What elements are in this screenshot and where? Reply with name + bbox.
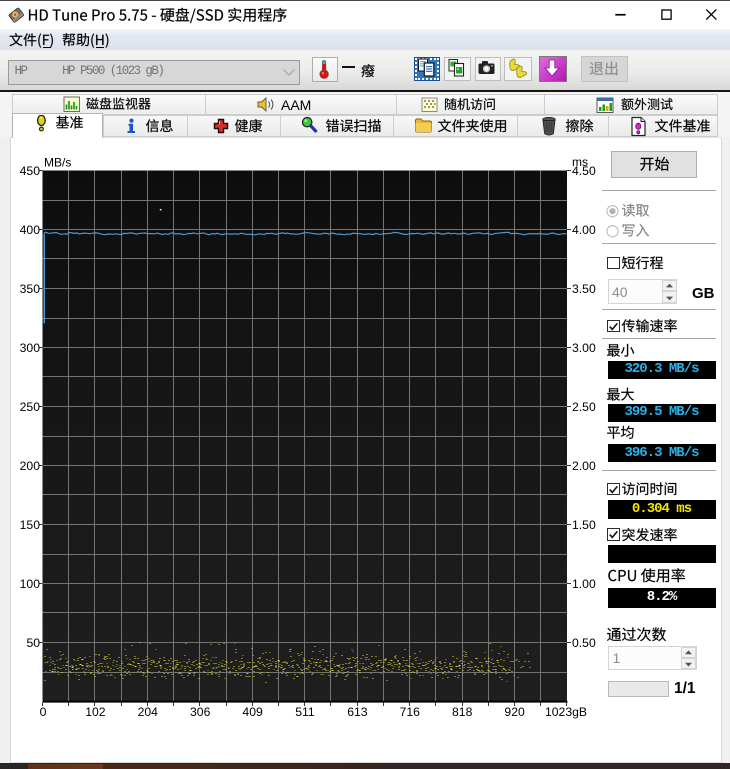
svg-text:2.00: 2.00 — [572, 459, 596, 473]
svg-text:4.00: 4.00 — [572, 223, 596, 237]
svg-text:MB/s: MB/s — [44, 156, 71, 170]
svg-text:400: 400 — [20, 223, 41, 237]
svg-text:511: 511 — [295, 705, 315, 719]
svg-text:409: 409 — [242, 705, 263, 719]
svg-text:306: 306 — [190, 705, 211, 719]
svg-text:200: 200 — [20, 459, 41, 473]
svg-text:613: 613 — [347, 705, 368, 719]
svg-text:150: 150 — [20, 518, 41, 532]
svg-text:450: 450 — [20, 164, 41, 178]
svg-text:2.50: 2.50 — [572, 400, 596, 414]
svg-text:3.50: 3.50 — [572, 282, 596, 296]
svg-text:50: 50 — [26, 636, 40, 650]
svg-text:100: 100 — [20, 577, 41, 591]
svg-text:1023gB: 1023gB — [545, 705, 587, 719]
svg-text:204: 204 — [138, 705, 159, 719]
svg-text:818: 818 — [452, 705, 473, 719]
svg-text:1.00: 1.00 — [572, 577, 596, 591]
svg-text:3.00: 3.00 — [572, 341, 596, 355]
svg-text:350: 350 — [20, 282, 41, 296]
svg-text:ms: ms — [572, 155, 588, 169]
svg-text:250: 250 — [20, 400, 41, 414]
svg-text:102: 102 — [85, 705, 106, 719]
svg-text:920: 920 — [504, 705, 525, 719]
svg-text:1.50: 1.50 — [572, 518, 596, 532]
svg-text:716: 716 — [400, 705, 421, 719]
svg-text:300: 300 — [20, 341, 41, 355]
svg-text:0: 0 — [40, 705, 47, 719]
svg-text:0.50: 0.50 — [572, 636, 596, 650]
